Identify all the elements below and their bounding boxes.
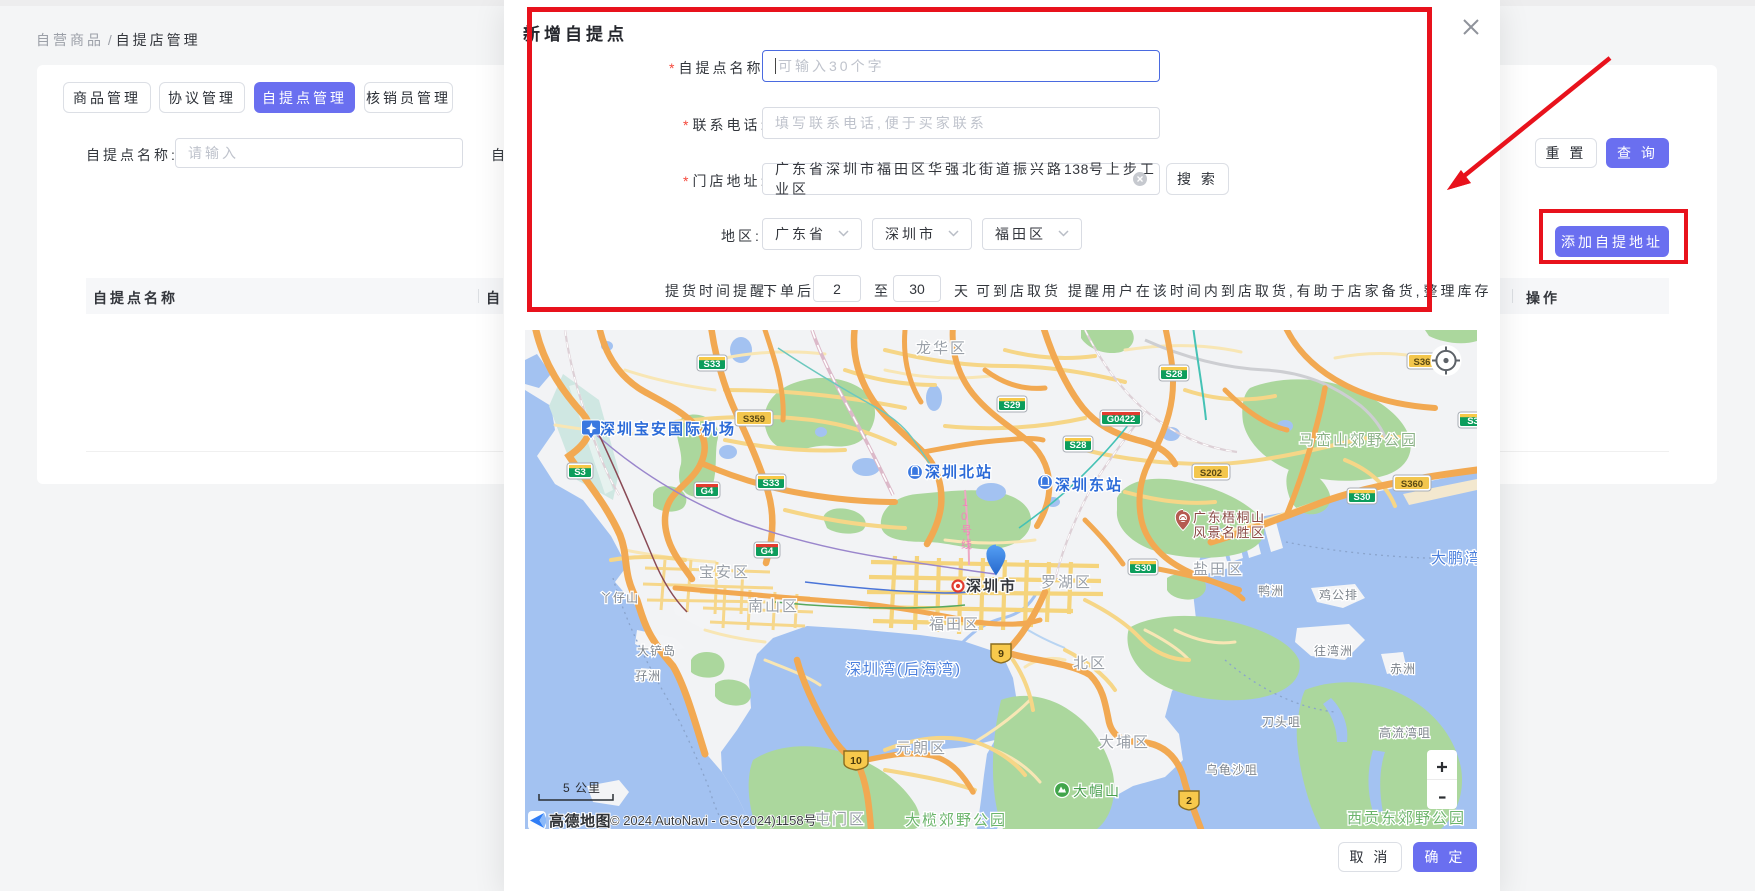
svg-text:S36: S36 bbox=[1414, 357, 1431, 368]
svg-text:S202: S202 bbox=[1200, 468, 1222, 479]
svg-text:深圳宝安国际机场: 深圳宝安国际机场 bbox=[600, 420, 736, 438]
svg-text:S30: S30 bbox=[1135, 563, 1152, 574]
svg-text:S28: S28 bbox=[1166, 369, 1183, 380]
svg-text:0: 0 bbox=[961, 511, 967, 523]
svg-text:孖洲: 孖洲 bbox=[635, 669, 661, 683]
svg-text:南山区: 南山区 bbox=[748, 598, 799, 615]
svg-text:G4: G4 bbox=[701, 486, 714, 497]
svg-text:大帽山: 大帽山 bbox=[1073, 783, 1121, 799]
svg-text:风景名胜区: 风景名胜区 bbox=[1193, 525, 1266, 540]
svg-text:深圳北站: 深圳北站 bbox=[925, 463, 993, 481]
svg-text:S359: S359 bbox=[743, 414, 765, 425]
svg-text:宝安区: 宝安区 bbox=[699, 564, 750, 581]
svg-text:深圳东站: 深圳东站 bbox=[1055, 476, 1123, 494]
svg-text:刀头咀: 刀头咀 bbox=[1262, 715, 1301, 729]
svg-text:10: 10 bbox=[850, 755, 862, 767]
svg-text:S29: S29 bbox=[1004, 400, 1021, 411]
svg-text:5 公里: 5 公里 bbox=[563, 781, 601, 795]
svg-text:G0422: G0422 bbox=[1107, 414, 1136, 425]
svg-text:屯门区: 屯门区 bbox=[815, 811, 866, 828]
svg-text:鸡公排: 鸡公排 bbox=[1319, 587, 1358, 602]
svg-text:大埔区: 大埔区 bbox=[1099, 734, 1150, 751]
svg-text:盐田区: 盐田区 bbox=[1193, 561, 1244, 578]
svg-text:北区: 北区 bbox=[1073, 655, 1107, 672]
svg-text:元朗区: 元朗区 bbox=[896, 740, 947, 757]
svg-text:高流湾咀: 高流湾咀 bbox=[1379, 725, 1431, 740]
svg-text:S28: S28 bbox=[1070, 440, 1087, 451]
svg-text:号: 号 bbox=[961, 524, 972, 537]
svg-text:大铲岛: 大铲岛 bbox=[637, 643, 676, 658]
svg-text:龙华区: 龙华区 bbox=[916, 340, 967, 357]
svg-text:西贡东郊野公园: 西贡东郊野公园 bbox=[1347, 810, 1466, 827]
svg-text:S360: S360 bbox=[1401, 479, 1423, 490]
svg-text:福田区: 福田区 bbox=[929, 616, 980, 633]
svg-text:S33: S33 bbox=[704, 359, 721, 370]
svg-text:S3: S3 bbox=[1467, 416, 1477, 427]
svg-text:罗湖区: 罗湖区 bbox=[1041, 574, 1092, 591]
svg-text:S30: S30 bbox=[1354, 492, 1371, 503]
svg-text:2: 2 bbox=[1186, 795, 1192, 807]
svg-text:深圳市: 深圳市 bbox=[966, 577, 1017, 595]
svg-text:S33: S33 bbox=[763, 478, 780, 489]
svg-text:马峦山郊野公园: 马峦山郊野公园 bbox=[1299, 432, 1418, 449]
svg-text:© 2024 AutoNavi - GS(2024)1158: © 2024 AutoNavi - GS(2024)1158号 bbox=[610, 813, 817, 828]
svg-text:深圳湾(后海湾): 深圳湾(后海湾) bbox=[846, 661, 962, 678]
svg-text:乌龟沙咀: 乌龟沙咀 bbox=[1206, 762, 1258, 777]
svg-text:S3: S3 bbox=[574, 467, 586, 478]
svg-text:大鹏湾: 大鹏湾 bbox=[1431, 550, 1477, 567]
svg-text:往湾洲: 往湾洲 bbox=[1314, 643, 1353, 658]
svg-text:大榄郊野公园: 大榄郊野公园 bbox=[905, 812, 1007, 829]
svg-text:1: 1 bbox=[962, 497, 968, 509]
svg-text:9: 9 bbox=[998, 648, 1004, 660]
svg-text:鸭洲: 鸭洲 bbox=[1258, 584, 1284, 598]
svg-text:线: 线 bbox=[961, 537, 972, 551]
svg-text:广东梧桐山: 广东梧桐山 bbox=[1193, 510, 1266, 525]
svg-text:丫仔山: 丫仔山 bbox=[600, 591, 639, 605]
svg-text:G4: G4 bbox=[761, 546, 774, 557]
svg-text:高德地图: 高德地图 bbox=[549, 812, 611, 829]
svg-text:赤洲: 赤洲 bbox=[1390, 662, 1416, 676]
